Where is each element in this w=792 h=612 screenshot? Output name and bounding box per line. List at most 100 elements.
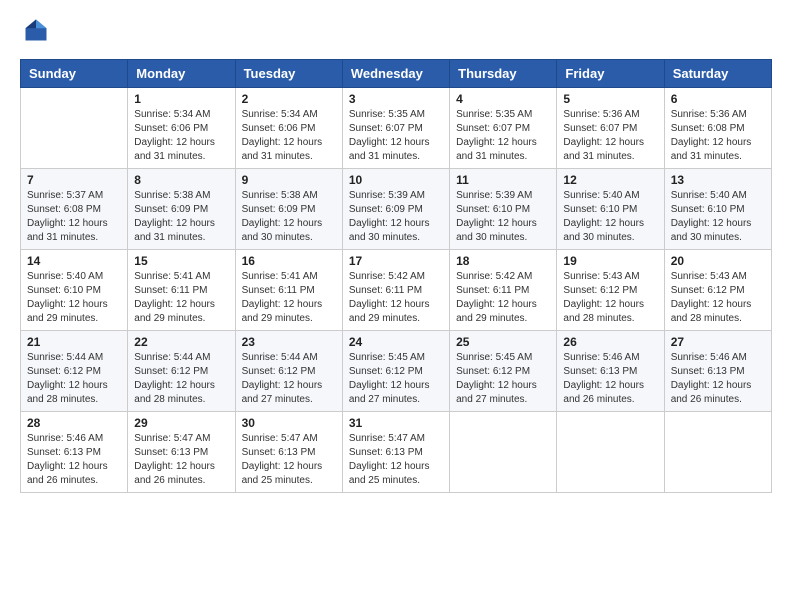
calendar-cell: 7 Sunrise: 5:37 AM Sunset: 6:08 PM Daylig… (21, 169, 128, 250)
calendar-cell: 28Sunrise: 5:46 AM Sunset: 6:13 PM Dayli… (21, 412, 128, 493)
weekday-header-saturday: Saturday (664, 60, 771, 88)
day-number: 19 (563, 254, 657, 268)
calendar-cell (664, 412, 771, 493)
day-info: Sunrise: 5:34 AM Sunset: 6:06 PM Dayligh… (242, 108, 336, 164)
day-number: 4 (456, 92, 550, 106)
day-number: 26 (563, 335, 657, 349)
calendar-cell: 11 Sunrise: 5:39 AM Sunset: 6:10 PM Dayli… (450, 169, 557, 250)
day-info: Sunrise: 5:45 AM Sunset: 6:12 PM Dayligh… (349, 351, 443, 407)
day-number: 1 (134, 92, 228, 106)
day-info: Sunrise: 5:40 AM Sunset: 6:10 PM Dayligh… (563, 189, 657, 245)
day-number: 8 (134, 173, 228, 187)
calendar-cell: 18 Sunrise: 5:42 AM Sunset: 6:11 PM Dayli… (450, 250, 557, 331)
calendar-cell: 14Sunrise: 5:40 AM Sunset: 6:10 PM Dayli… (21, 250, 128, 331)
day-number: 18 (456, 254, 550, 268)
calendar-cell: 13 Sunrise: 5:40 AM Sunset: 6:10 PM Dayli… (664, 169, 771, 250)
day-info: Sunrise: 5:40 AM Sunset: 6:10 PM Dayligh… (671, 189, 765, 245)
weekday-header-row: SundayMondayTuesdayWednesdayThursdayFrid… (21, 60, 772, 88)
day-info: Sunrise: 5:39 AM Sunset: 6:09 PM Dayligh… (349, 189, 443, 245)
day-number: 23 (242, 335, 336, 349)
day-number: 10 (349, 173, 443, 187)
day-info: Sunrise: 5:39 AM Sunset: 6:10 PM Dayligh… (456, 189, 550, 245)
day-number: 22 (134, 335, 228, 349)
day-number: 20 (671, 254, 765, 268)
day-number: 30 (242, 416, 336, 430)
day-number: 25 (456, 335, 550, 349)
day-number: 7 (27, 173, 121, 187)
day-info: Sunrise: 5:44 AM Sunset: 6:12 PM Dayligh… (134, 351, 228, 407)
day-number: 13 (671, 173, 765, 187)
day-info: Sunrise: 5:38 AM Sunset: 6:09 PM Dayligh… (242, 189, 336, 245)
day-info: Sunrise: 5:35 AM Sunset: 6:07 PM Dayligh… (456, 108, 550, 164)
day-info: Sunrise: 5:43 AM Sunset: 6:12 PM Dayligh… (563, 270, 657, 326)
weekday-header-thursday: Thursday (450, 60, 557, 88)
day-info: Sunrise: 5:44 AM Sunset: 6:12 PM Dayligh… (27, 351, 121, 407)
calendar-cell: 23 Sunrise: 5:44 AM Sunset: 6:12 PM Dayli… (235, 331, 342, 412)
calendar-cell: 30 Sunrise: 5:47 AM Sunset: 6:13 PM Dayli… (235, 412, 342, 493)
day-info: Sunrise: 5:41 AM Sunset: 6:11 PM Dayligh… (134, 270, 228, 326)
day-number: 11 (456, 173, 550, 187)
day-info: Sunrise: 5:46 AM Sunset: 6:13 PM Dayligh… (671, 351, 765, 407)
calendar-cell: 3Sunrise: 5:35 AM Sunset: 6:07 PM Daylig… (342, 88, 449, 169)
calendar-cell: 27Sunrise: 5:46 AM Sunset: 6:13 PM Dayli… (664, 331, 771, 412)
day-info: Sunrise: 5:42 AM Sunset: 6:11 PM Dayligh… (456, 270, 550, 326)
day-number: 31 (349, 416, 443, 430)
weekday-header-sunday: Sunday (21, 60, 128, 88)
day-info: Sunrise: 5:38 AM Sunset: 6:09 PM Dayligh… (134, 189, 228, 245)
day-number: 9 (242, 173, 336, 187)
calendar-cell: 5Sunrise: 5:36 AM Sunset: 6:07 PM Daylig… (557, 88, 664, 169)
day-number: 29 (134, 416, 228, 430)
day-info: Sunrise: 5:47 AM Sunset: 6:13 PM Dayligh… (349, 432, 443, 488)
calendar-cell: 26 Sunrise: 5:46 AM Sunset: 6:13 PM Dayli… (557, 331, 664, 412)
day-number: 24 (349, 335, 443, 349)
calendar-cell (21, 88, 128, 169)
header (20, 16, 772, 49)
week-row-5: 28Sunrise: 5:46 AM Sunset: 6:13 PM Dayli… (21, 412, 772, 493)
logo (20, 16, 54, 49)
day-number: 12 (563, 173, 657, 187)
calendar-cell: 4 Sunrise: 5:35 AM Sunset: 6:07 PM Daylig… (450, 88, 557, 169)
weekday-header-tuesday: Tuesday (235, 60, 342, 88)
day-info: Sunrise: 5:46 AM Sunset: 6:13 PM Dayligh… (563, 351, 657, 407)
calendar-cell: 25 Sunrise: 5:45 AM Sunset: 6:12 PM Dayli… (450, 331, 557, 412)
calendar-cell: 9 Sunrise: 5:38 AM Sunset: 6:09 PM Daylig… (235, 169, 342, 250)
day-number: 16 (242, 254, 336, 268)
calendar-cell: 2 Sunrise: 5:34 AM Sunset: 6:06 PM Daylig… (235, 88, 342, 169)
day-info: Sunrise: 5:34 AM Sunset: 6:06 PM Dayligh… (134, 108, 228, 164)
day-number: 15 (134, 254, 228, 268)
day-number: 14 (27, 254, 121, 268)
day-info: Sunrise: 5:42 AM Sunset: 6:11 PM Dayligh… (349, 270, 443, 326)
week-row-1: 1 Sunrise: 5:34 AM Sunset: 6:06 PM Daylig… (21, 88, 772, 169)
calendar-cell (557, 412, 664, 493)
day-number: 21 (27, 335, 121, 349)
calendar-cell: 12 Sunrise: 5:40 AM Sunset: 6:10 PM Dayli… (557, 169, 664, 250)
day-info: Sunrise: 5:37 AM Sunset: 6:08 PM Dayligh… (27, 189, 121, 245)
day-info: Sunrise: 5:45 AM Sunset: 6:12 PM Dayligh… (456, 351, 550, 407)
calendar-cell: 16 Sunrise: 5:41 AM Sunset: 6:11 PM Dayli… (235, 250, 342, 331)
week-row-2: 7 Sunrise: 5:37 AM Sunset: 6:08 PM Daylig… (21, 169, 772, 250)
day-number: 6 (671, 92, 765, 106)
calendar-cell: 10 Sunrise: 5:39 AM Sunset: 6:09 PM Dayli… (342, 169, 449, 250)
day-info: Sunrise: 5:43 AM Sunset: 6:12 PM Dayligh… (671, 270, 765, 326)
calendar-cell: 17Sunrise: 5:42 AM Sunset: 6:11 PM Dayli… (342, 250, 449, 331)
day-number: 5 (563, 92, 657, 106)
weekday-header-friday: Friday (557, 60, 664, 88)
calendar-cell (450, 412, 557, 493)
calendar-cell: 8 Sunrise: 5:38 AM Sunset: 6:09 PM Daylig… (128, 169, 235, 250)
day-info: Sunrise: 5:41 AM Sunset: 6:11 PM Dayligh… (242, 270, 336, 326)
calendar-cell: 20 Sunrise: 5:43 AM Sunset: 6:12 PM Dayli… (664, 250, 771, 331)
weekday-header-monday: Monday (128, 60, 235, 88)
calendar-cell: 19 Sunrise: 5:43 AM Sunset: 6:12 PM Dayli… (557, 250, 664, 331)
day-info: Sunrise: 5:47 AM Sunset: 6:13 PM Dayligh… (134, 432, 228, 488)
calendar: SundayMondayTuesdayWednesdayThursdayFrid… (20, 59, 772, 493)
day-info: Sunrise: 5:47 AM Sunset: 6:13 PM Dayligh… (242, 432, 336, 488)
logo-icon (22, 16, 50, 44)
calendar-cell: 24 Sunrise: 5:45 AM Sunset: 6:12 PM Dayli… (342, 331, 449, 412)
week-row-3: 14Sunrise: 5:40 AM Sunset: 6:10 PM Dayli… (21, 250, 772, 331)
day-number: 2 (242, 92, 336, 106)
day-info: Sunrise: 5:36 AM Sunset: 6:08 PM Dayligh… (671, 108, 765, 164)
weekday-header-wednesday: Wednesday (342, 60, 449, 88)
calendar-cell: 21 Sunrise: 5:44 AM Sunset: 6:12 PM Dayli… (21, 331, 128, 412)
day-number: 28 (27, 416, 121, 430)
day-info: Sunrise: 5:44 AM Sunset: 6:12 PM Dayligh… (242, 351, 336, 407)
